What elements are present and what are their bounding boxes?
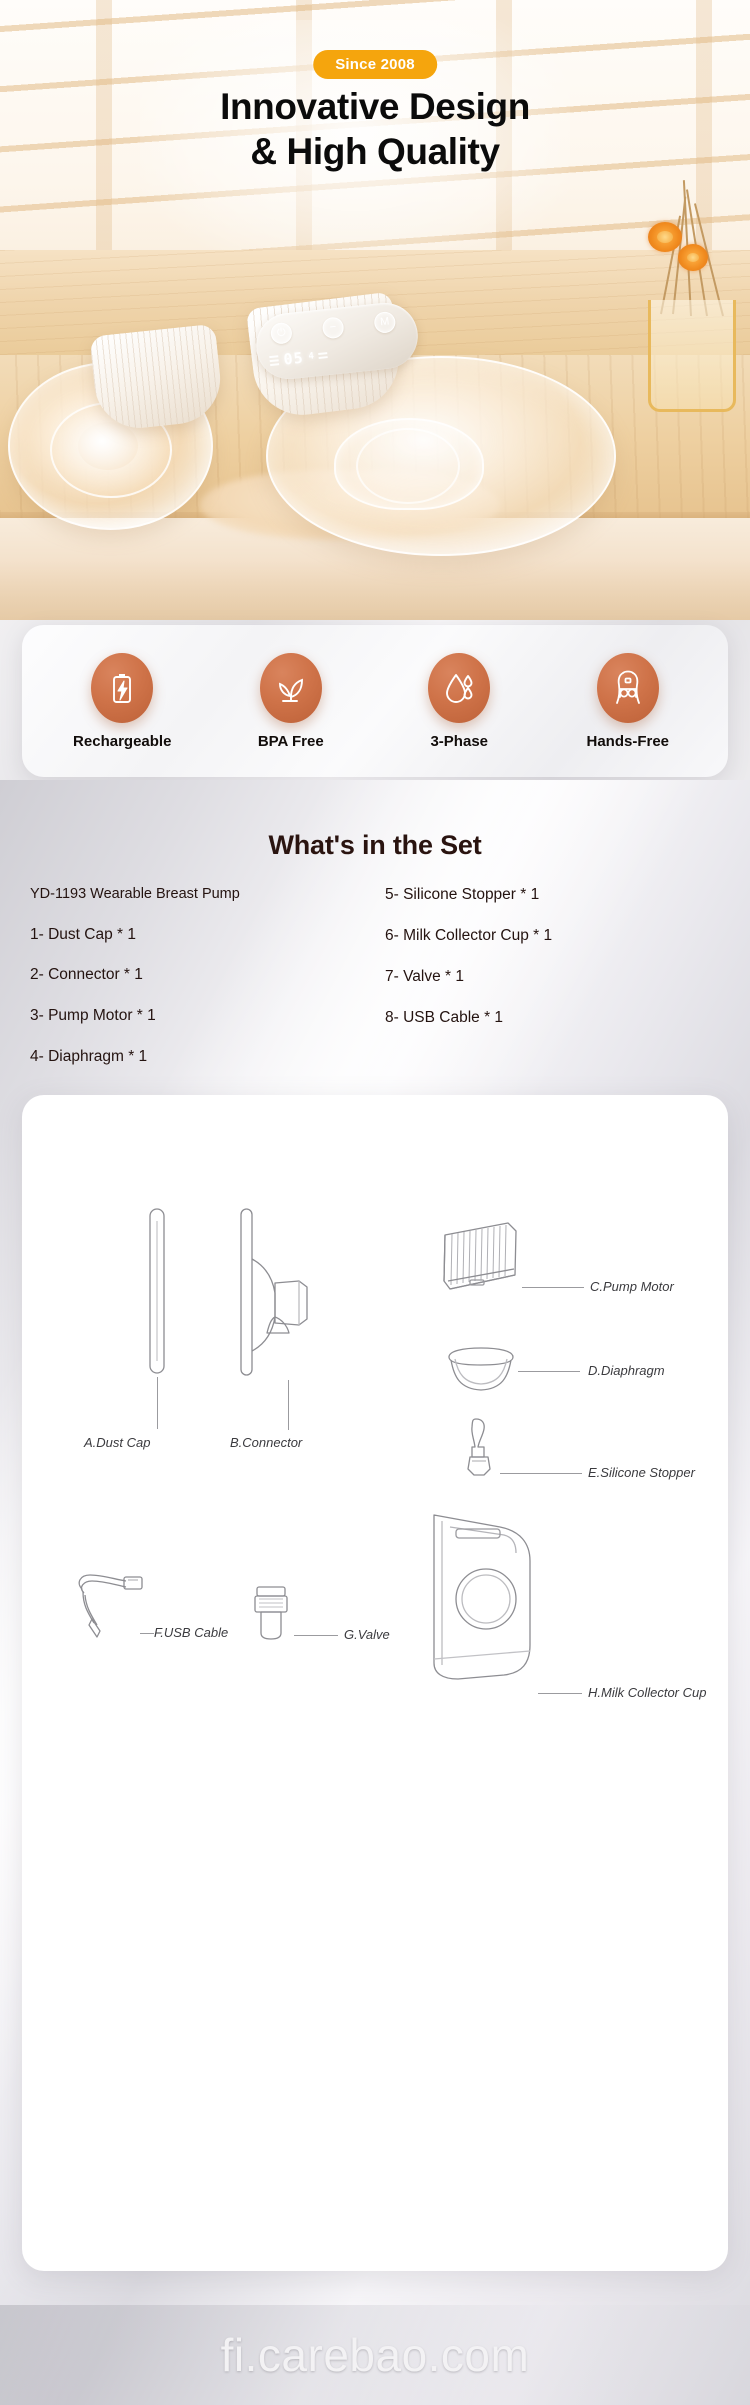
- level-bars-icon: [269, 355, 280, 367]
- feature-hands-free[interactable]: Hands-Free: [553, 652, 703, 750]
- led-display: 05 4: [268, 335, 408, 373]
- product-pump-right: ⏻ − M 05 4: [238, 291, 668, 556]
- feature-bpa-free[interactable]: BPA Free: [216, 652, 366, 750]
- label-valve: G.Valve: [344, 1627, 390, 1642]
- list-item: 7- Valve * 1: [385, 967, 464, 985]
- minus-icon[interactable]: −: [321, 316, 345, 340]
- site-watermark: fi.carebao.com: [0, 2305, 750, 2405]
- features-card: Rechargeable BPA Free 3-Phase Hands-Free: [22, 625, 728, 777]
- silicone-stopper-drawing: [462, 1417, 498, 1479]
- flower-bloom: [648, 222, 682, 252]
- since-badge: Since 2008: [313, 50, 437, 79]
- list-item: 4- Diaphragm * 1: [30, 1048, 148, 1066]
- milk-collector-cup-drawing: [430, 1513, 538, 1681]
- connector-drawing: [237, 1207, 317, 1377]
- product-breast-shield-left: [8, 323, 238, 530]
- list-item: 1- Dust Cap * 1: [30, 925, 136, 943]
- hero-bottom-fade: [0, 560, 750, 620]
- water-drops-icon: [428, 652, 491, 723]
- list-item: 6- Milk Collector Cup * 1: [385, 926, 553, 944]
- leader-line: [518, 1371, 580, 1372]
- leader-line: [140, 1633, 154, 1634]
- diaphragm-drawing: [446, 1347, 516, 1395]
- label-connector: B.Connector: [230, 1435, 303, 1450]
- list-item: 5- Silicone Stopper * 1: [385, 886, 540, 903]
- label-dust-cap: A.Dust Cap: [84, 1435, 151, 1450]
- battery-bolt-icon: [91, 652, 154, 723]
- page-title: Innovative Design & High Quality: [0, 84, 750, 174]
- list-item: 2- Connector * 1: [30, 966, 143, 984]
- flower-bloom: [678, 244, 708, 271]
- hero-section: ⏻ − M 05 4 Since 2008 Innovative Design …: [0, 0, 750, 620]
- label-diaphragm: D.Diaphragm: [588, 1363, 665, 1378]
- list-item: YD-1193 Wearable Breast Pump: [30, 886, 240, 902]
- power-icon[interactable]: ⏻: [269, 321, 293, 345]
- label-milk-collector-cup: H.Milk Collector Cup: [588, 1685, 707, 1700]
- led-display-unit: 4: [308, 351, 315, 363]
- product-detail-page: ⏻ − M 05 4 Since 2008 Innovative Design …: [0, 0, 750, 2405]
- battery-icon: [318, 352, 329, 359]
- parts-diagram: A.Dust Cap B.Connector C.Pump Motor D.Di…: [22, 1095, 728, 2271]
- leader-line: [522, 1287, 584, 1288]
- mode-icon[interactable]: M: [373, 310, 397, 334]
- feature-label: Hands-Free: [586, 732, 670, 750]
- leaf-sprout-icon: [259, 652, 322, 723]
- label-pump-motor: C.Pump Motor: [590, 1279, 674, 1294]
- set-contents-list: YD-1193 Wearable Breast Pump 1- Dust Cap…: [0, 885, 750, 1068]
- pump-motor-drawing: [442, 1217, 520, 1301]
- leader-line: [500, 1473, 582, 1474]
- list-item: 3- Pump Motor * 1: [30, 1007, 156, 1025]
- usb-cable-drawing: [70, 1567, 148, 1641]
- feature-label: Rechargeable: [73, 732, 172, 750]
- leader-line: [157, 1377, 158, 1429]
- dust-cap-drawing: [140, 1207, 174, 1375]
- section-title: What's in the Set: [268, 830, 482, 860]
- whats-in-the-set-section: What's in the Set YD-1193 Wearable Breas…: [0, 780, 750, 2405]
- label-silicone-stopper: E.Silicone Stopper: [588, 1465, 695, 1480]
- leader-line: [294, 1635, 338, 1636]
- feature-rechargeable[interactable]: Rechargeable: [47, 652, 197, 750]
- silicone-tube-inner: [356, 428, 460, 504]
- hero-title-line-1: Innovative Design: [220, 86, 530, 127]
- leader-line: [538, 1693, 582, 1694]
- label-usb-cable: F.USB Cable: [154, 1625, 229, 1640]
- feature-3-phase[interactable]: 3-Phase: [384, 652, 534, 750]
- leader-line: [288, 1380, 289, 1430]
- valve-drawing: [250, 1585, 292, 1641]
- nursing-mother-icon: [596, 652, 659, 723]
- led-display-value: 05: [282, 348, 305, 369]
- feature-label: 3-Phase: [430, 732, 489, 750]
- set-column-left: YD-1193 Wearable Breast Pump 1- Dust Cap…: [28, 885, 375, 1068]
- parts-diagram-card: A.Dust Cap B.Connector C.Pump Motor D.Di…: [22, 1095, 728, 2271]
- set-column-right: 5- Silicone Stopper * 1 6- Milk Collecto…: [375, 885, 722, 1068]
- list-item: 8- USB Cable * 1: [385, 1008, 504, 1026]
- feature-label: BPA Free: [257, 732, 324, 750]
- hero-title-line-2: & High Quality: [250, 131, 500, 173]
